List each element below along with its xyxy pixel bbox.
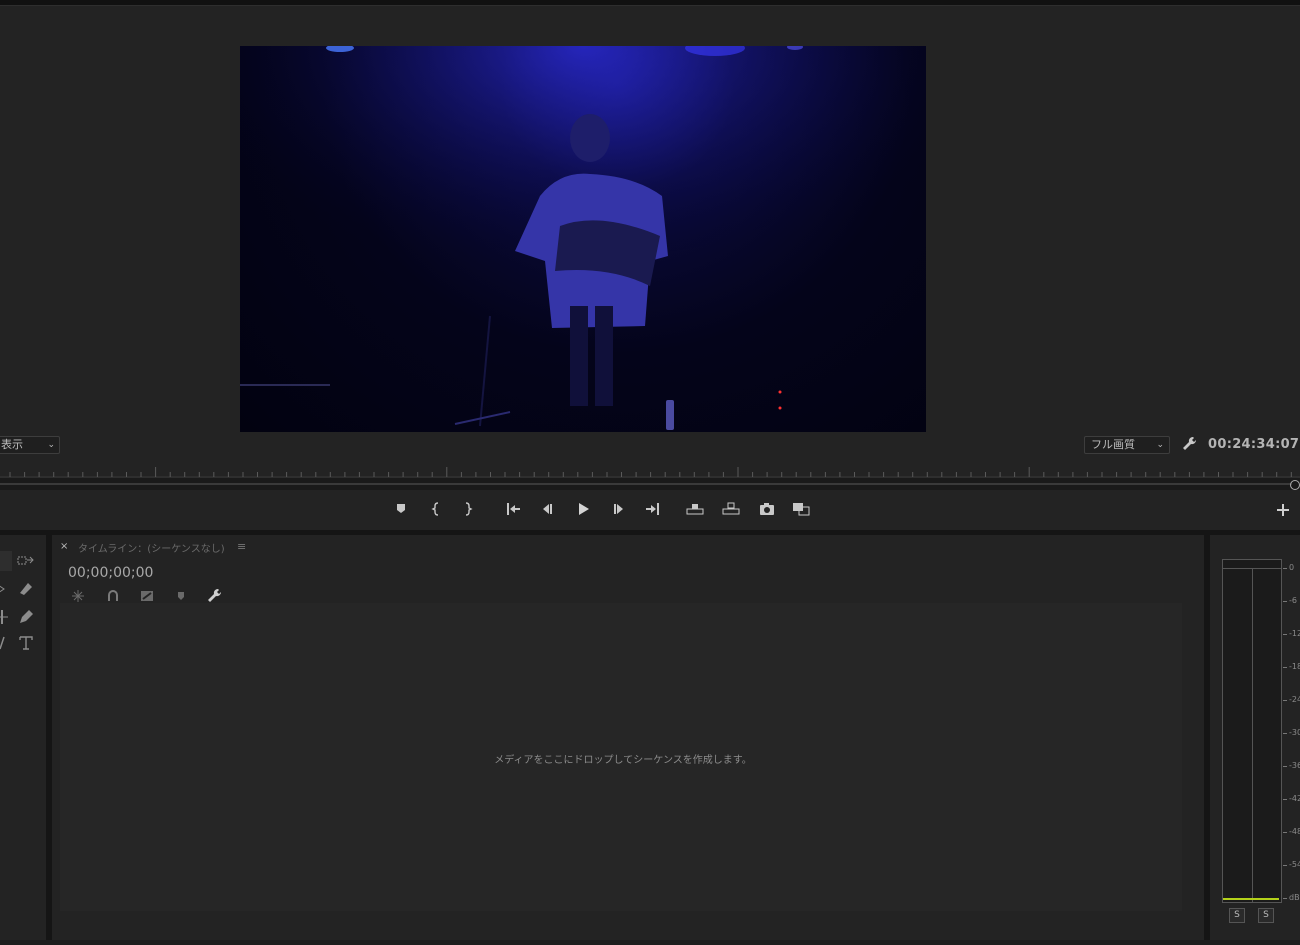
meter-scale-tick: [1283, 865, 1287, 866]
scrub-bar[interactable]: [0, 478, 1300, 490]
linked-selection-icon[interactable]: [105, 588, 121, 604]
selection-tool-icon[interactable]: [0, 551, 12, 571]
hand-icon[interactable]: [0, 633, 12, 653]
chevron-down-icon: ⌄: [47, 440, 55, 450]
timeline-toolbar: [70, 588, 230, 604]
meter-scale-label: -42: [1289, 794, 1300, 803]
track-select-icon[interactable]: [16, 551, 36, 571]
pen-icon[interactable]: [16, 607, 36, 627]
fit-dropdown-label: 表示: [1, 438, 23, 451]
ripple-edit-icon[interactable]: [0, 579, 12, 599]
step-back-icon[interactable]: [536, 498, 558, 520]
type-tool-icon[interactable]: [16, 633, 36, 653]
meter-scale-tick: [1283, 898, 1287, 899]
meter-scale-label: 0: [1289, 563, 1295, 572]
time-ruler[interactable]: [0, 462, 1300, 478]
solo-left-button[interactable]: S: [1229, 908, 1245, 923]
marker-icon[interactable]: [173, 588, 189, 604]
add-marker-icon[interactable]: [139, 588, 155, 604]
meter-scale-label: -18: [1289, 662, 1300, 671]
zoom-handle[interactable]: [1290, 480, 1300, 490]
meter-scale-label: -48: [1289, 827, 1300, 836]
playhead-timecode[interactable]: 00:24:34:07: [1208, 437, 1299, 452]
tools-panel: [0, 535, 46, 940]
timeline-tab-title[interactable]: タイムライン：(シーケンスなし): [78, 540, 225, 555]
meter-channel-divider: [1252, 568, 1253, 902]
meter-scale-tick: [1283, 799, 1287, 800]
meter-scale-label: -30: [1289, 728, 1300, 737]
meter-scale-label: -54: [1289, 860, 1300, 869]
mark-out-icon[interactable]: [458, 498, 480, 520]
step-forward-icon[interactable]: [608, 498, 630, 520]
audio-meter: [1222, 559, 1282, 903]
video-frame[interactable]: [240, 46, 926, 432]
meter-scale-label: -24: [1289, 695, 1300, 704]
marker-icon[interactable]: [392, 498, 414, 520]
panel-top-bar: [0, 0, 1300, 6]
playback-quality-dropdown[interactable]: フル画質 ⌄: [1084, 436, 1170, 454]
lift-icon[interactable]: [684, 498, 706, 520]
extract-icon[interactable]: [720, 498, 742, 520]
meter-scale-label: dB: [1289, 893, 1300, 902]
quality-dropdown-label: フル画質: [1091, 438, 1135, 451]
razor-icon[interactable]: [16, 579, 36, 599]
meter-scale-tick: [1283, 568, 1287, 569]
meter-scale-tick: [1283, 733, 1287, 734]
meter-level-bar: [1223, 898, 1279, 900]
play-icon[interactable]: [572, 498, 594, 520]
timeline-timecode[interactable]: 00;00;00;00: [68, 565, 153, 581]
mark-in-icon[interactable]: [426, 498, 448, 520]
slip-icon[interactable]: [0, 607, 12, 627]
comparison-view-icon[interactable]: [790, 498, 812, 520]
meter-scale-tick: [1283, 700, 1287, 701]
go-to-in-icon[interactable]: [502, 498, 524, 520]
export-frame-icon[interactable]: [756, 498, 778, 520]
snap-icon[interactable]: [70, 588, 86, 604]
fit-dropdown[interactable]: 表示 ⌄: [0, 436, 60, 454]
meter-scale-tick: [1283, 601, 1287, 602]
solo-right-button[interactable]: S: [1258, 908, 1274, 923]
drop-media-hint: メディアをここにドロップしてシーケンスを作成します。: [494, 755, 752, 766]
meter-scale-label: -6: [1289, 596, 1297, 605]
chevron-down-icon: ⌄: [1156, 440, 1164, 450]
settings-wrench-icon[interactable]: [1182, 436, 1198, 452]
close-tab-icon[interactable]: ×: [60, 541, 68, 552]
meter-scale-tick: [1283, 832, 1287, 833]
stage-performer-image: [240, 46, 926, 432]
go-to-out-icon[interactable]: [642, 498, 664, 520]
meter-scale-label: -36: [1289, 761, 1300, 770]
meter-scale-tick: [1283, 634, 1287, 635]
meter-scale-tick: [1283, 667, 1287, 668]
add-button-icon[interactable]: [1276, 502, 1290, 516]
transport-controls: [390, 498, 820, 520]
meter-scale-label: -12: [1289, 629, 1300, 638]
meter-scale-tick: [1283, 766, 1287, 767]
settings-wrench-icon[interactable]: [207, 588, 223, 604]
panel-menu-icon[interactable]: ≡: [237, 540, 246, 553]
